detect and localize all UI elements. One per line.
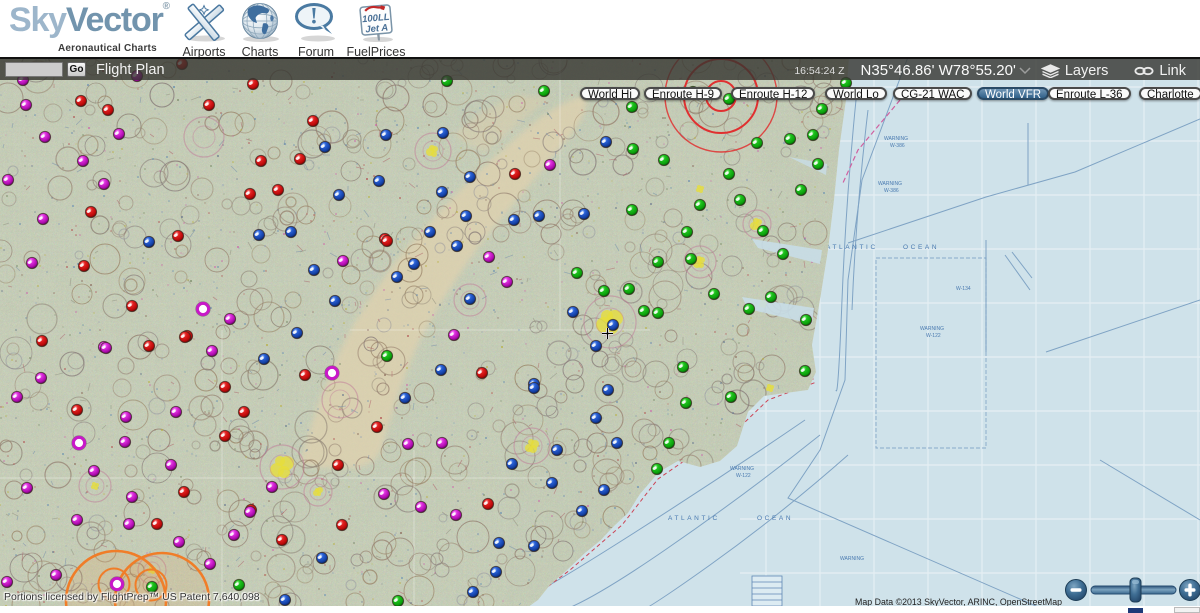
svg-text:WARNING: WARNING — [884, 136, 908, 142]
svg-text:W-122: W-122 — [926, 333, 941, 339]
svg-text:WARNING: WARNING — [730, 466, 754, 472]
svg-text:OCEAN: OCEAN — [903, 244, 939, 251]
svg-text:ATLANTIC: ATLANTIC — [826, 244, 878, 251]
svg-text:ATLANTIC: ATLANTIC — [668, 515, 720, 522]
svg-text:W-386: W-386 — [890, 143, 905, 149]
svg-text:Jet A: Jet A — [365, 22, 389, 35]
svg-text:W-386: W-386 — [884, 188, 899, 194]
svg-text:WARNING: WARNING — [840, 556, 864, 562]
svg-text:W-134: W-134 — [956, 286, 971, 292]
svg-text:!: ! — [310, 4, 318, 29]
svg-text:W-122: W-122 — [736, 473, 751, 479]
svg-text:WARNING: WARNING — [878, 181, 902, 187]
svg-text:WARNING: WARNING — [920, 326, 944, 332]
svg-text:OCEAN: OCEAN — [757, 515, 793, 522]
